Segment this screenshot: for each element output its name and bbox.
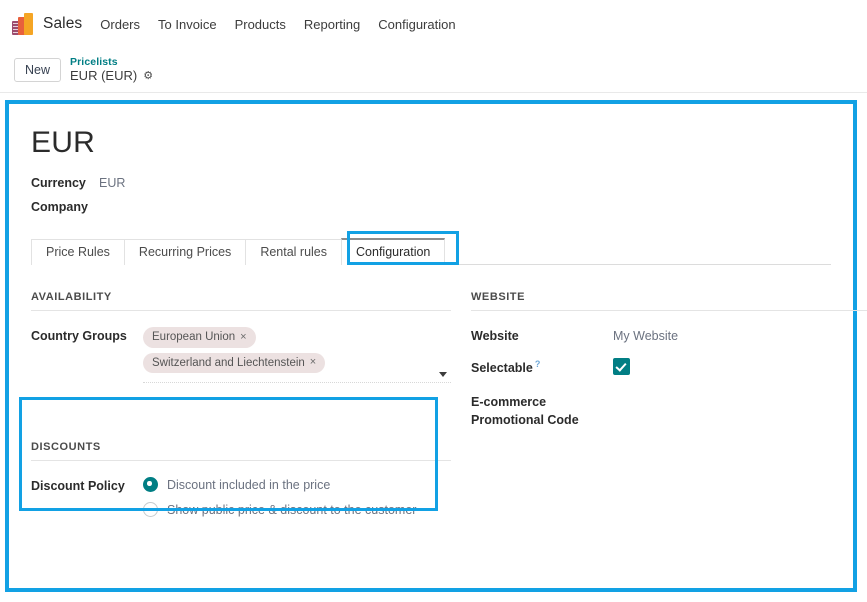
field-ecommerce-promotional-code: E-commerce Promotional Code	[471, 393, 867, 429]
notebook-tabs: Price Rules Recurring Prices Rental rule…	[31, 231, 831, 265]
field-selectable-label-text: Selectable	[471, 361, 533, 376]
nav-item-reporting[interactable]: Reporting	[304, 17, 360, 32]
app-name-sales[interactable]: Sales	[43, 15, 82, 33]
radio-show-public-price-indicator[interactable]	[143, 502, 158, 518]
field-country-groups-label: Country Groups	[31, 329, 127, 343]
radio-discount-included-indicator[interactable]	[143, 477, 158, 493]
radio-show-public-price-label: Show public price & discount to the cust…	[167, 502, 417, 517]
nav-item-products[interactable]: Products	[235, 17, 286, 32]
gear-icon[interactable]: ⚙	[143, 71, 153, 82]
left-column: AVAILABILITY Country Groups European Uni…	[31, 291, 451, 540]
discounts-group: DISCOUNTS Discount Policy Discount inclu…	[31, 441, 451, 527]
field-discount-policy: Discount Policy Discount included in the…	[31, 477, 451, 527]
field-company: Company	[31, 200, 831, 214]
tag-european-union-label: European Union	[152, 331, 236, 343]
chevron-down-icon[interactable]	[439, 372, 447, 378]
field-currency-value[interactable]: EUR	[99, 176, 125, 190]
website-group-title: WEBSITE	[471, 291, 867, 311]
tab-rental-rules[interactable]: Rental rules	[245, 238, 343, 265]
website-group: WEBSITE Website My Website Selectable? E…	[471, 291, 867, 429]
tag-switzerland-and-liechtenstein-label: Switzerland and Liechtenstein	[152, 356, 305, 369]
tab-configuration[interactable]: Configuration	[341, 237, 446, 265]
discounts-group-title: DISCOUNTS	[31, 441, 451, 462]
country-groups-tags-input[interactable]: European Union × Switzerland and Liechte…	[143, 327, 451, 384]
control-panel-divider	[0, 92, 867, 93]
availability-group-title: AVAILABILITY	[31, 291, 451, 311]
sales-app-logo-icon	[12, 13, 33, 35]
tab-recurring-prices[interactable]: Recurring Prices	[123, 238, 247, 265]
breadcrumb-current-record: EUR (EUR) ⚙	[70, 68, 153, 84]
field-currency-label: Currency	[31, 176, 86, 190]
field-selectable-label: Selectable?	[471, 358, 613, 377]
help-tooltip-icon[interactable]: ?	[535, 359, 541, 369]
availability-group: AVAILABILITY Country Groups European Uni…	[31, 291, 451, 384]
new-button[interactable]: New	[14, 57, 62, 83]
breadcrumb-current-label: EUR (EUR)	[70, 68, 138, 84]
tag-switzerland-and-liechtenstein[interactable]: Switzerland and Liechtenstein ×	[143, 352, 326, 374]
record-form-sheet: EUR Currency EUR Company Price Rules Rec…	[5, 100, 867, 592]
breadcrumb-parent-pricelists[interactable]: Pricelists	[70, 56, 153, 68]
field-company-label: Company	[31, 200, 88, 214]
selectable-checkbox[interactable]	[613, 358, 630, 376]
control-panel: New Pricelists EUR (EUR) ⚙	[0, 48, 867, 92]
field-discount-policy-label: Discount Policy	[31, 479, 125, 494]
top-navbar: Sales Orders To Invoice Products Reporti…	[0, 0, 867, 48]
field-selectable: Selectable?	[471, 358, 867, 380]
radio-option-discount-included[interactable]: Discount included in the price	[143, 477, 451, 493]
breadcrumb: Pricelists EUR (EUR) ⚙	[70, 56, 153, 84]
nav-item-configuration[interactable]: Configuration	[378, 17, 455, 32]
tag-switzerland-and-liechtenstein-remove-icon[interactable]: ×	[310, 357, 316, 368]
field-country-groups: Country Groups European Union × Switzerl…	[31, 327, 451, 384]
page-title: EUR	[31, 126, 95, 159]
tag-european-union-remove-icon[interactable]: ×	[240, 331, 246, 343]
radio-option-show-public-price[interactable]: Show public price & discount to the cust…	[143, 502, 451, 518]
right-column: WEBSITE Website My Website Selectable? E…	[451, 291, 867, 540]
field-ecommerce-promotional-code-label: E-commerce Promotional Code	[471, 395, 579, 428]
field-currency: Currency EUR	[31, 176, 831, 190]
radio-discount-included-label: Discount included in the price	[167, 477, 331, 492]
field-website-label: Website	[471, 329, 519, 343]
field-website-value[interactable]: My Website	[613, 329, 678, 343]
tab-price-rules[interactable]: Price Rules	[31, 238, 125, 265]
nav-item-orders[interactable]: Orders	[100, 17, 140, 32]
nav-item-to-invoice[interactable]: To Invoice	[158, 17, 217, 32]
configuration-panel: AVAILABILITY Country Groups European Uni…	[31, 291, 867, 540]
field-website: Website My Website	[471, 327, 867, 345]
tag-european-union[interactable]: European Union ×	[143, 327, 256, 348]
